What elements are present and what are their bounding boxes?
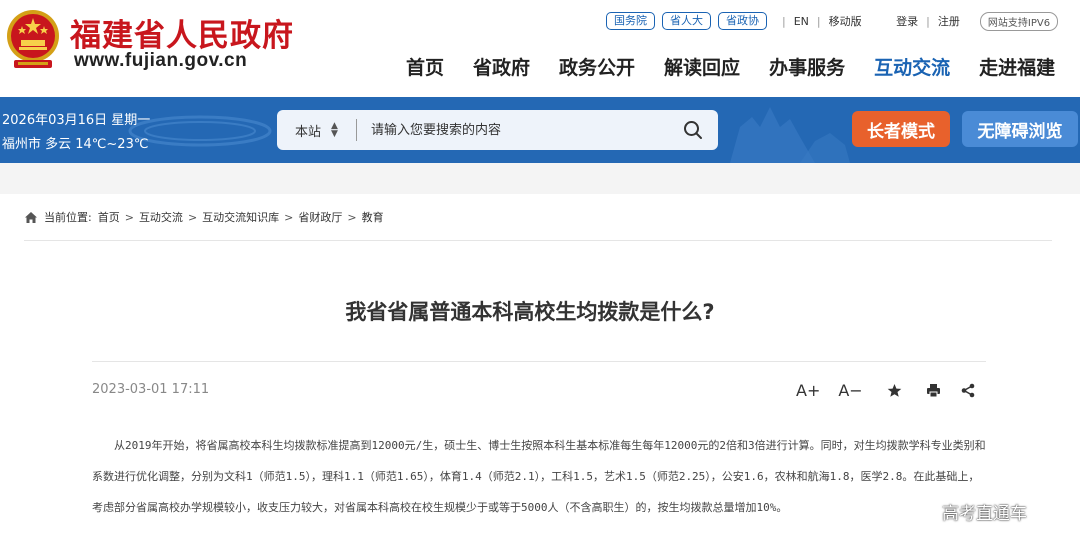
link-provincial-cppcc[interactable]: 省政协 xyxy=(718,12,767,30)
breadcrumb-interaction[interactable]: 互动交流 xyxy=(139,209,183,225)
divider: | xyxy=(926,14,930,28)
breadcrumb-separator: > xyxy=(187,210,198,224)
breadcrumb-separator: > xyxy=(124,210,134,224)
current-date: 2026年03月16日 星期一 xyxy=(2,113,151,128)
favorite-button[interactable] xyxy=(887,378,902,402)
nav-services[interactable]: 办事服务 xyxy=(769,53,845,80)
link-mobile[interactable]: 移动版 xyxy=(829,13,862,29)
breadcrumb: 当前位置: 首页 > 互动交流 > 互动交流知识库 > 省财政厅 > 教育 xyxy=(24,209,384,225)
search-button[interactable] xyxy=(668,110,718,150)
breadcrumb-label: 当前位置: xyxy=(44,211,92,224)
breadcrumb-finance-dept[interactable]: 省财政厅 xyxy=(298,209,342,225)
star-icon xyxy=(887,383,902,397)
nav-government[interactable]: 省政府 xyxy=(473,53,530,80)
breadcrumb-separator: > xyxy=(347,210,357,224)
article-tools: A+ A− xyxy=(796,378,975,402)
search-icon xyxy=(684,121,702,139)
breadcrumb-education[interactable]: 教育 xyxy=(362,209,384,225)
search-input[interactable] xyxy=(357,110,668,150)
title-divider xyxy=(92,361,986,362)
accessibility-button[interactable]: 无障碍浏览 xyxy=(962,111,1078,147)
print-icon xyxy=(926,383,940,397)
print-button[interactable] xyxy=(926,378,941,402)
nav-about-fujian[interactable]: 走进福建 xyxy=(979,53,1055,80)
font-decrease-button[interactable]: A− xyxy=(838,378,862,402)
breadcrumb-separator: > xyxy=(284,210,294,224)
search-scope-select[interactable]: 本站 ▲ ▼ xyxy=(277,119,357,141)
main-nav: 首页 省政府 政务公开 解读回应 办事服务 互动交流 走进福建 xyxy=(406,53,1055,80)
nav-public-affairs[interactable]: 政务公开 xyxy=(559,53,635,80)
font-increase-button[interactable]: A+ xyxy=(796,378,820,402)
article-paragraph: 从2019年开始，将省属高校本科生均拨款标准提高到12000元/生，硕士生、博士… xyxy=(92,439,986,514)
site-header: 福建省人民政府 www.fujian.gov.cn 国务院 省人大 省政协 | … xyxy=(0,0,1080,97)
national-emblem-icon[interactable] xyxy=(4,8,62,72)
share-icon xyxy=(961,383,975,397)
ipv6-badge: 网站支持IPV6 xyxy=(979,11,1059,31)
weather-info: 福州市 多云 14℃~23℃ xyxy=(2,137,149,152)
link-login[interactable]: 登录 xyxy=(896,13,918,29)
divider: | xyxy=(816,14,821,28)
breadcrumb-divider xyxy=(24,240,1052,241)
link-register[interactable]: 注册 xyxy=(938,13,960,29)
watermark: 高考直通车 xyxy=(942,504,1027,524)
link-state-council[interactable]: 国务院 xyxy=(606,12,655,30)
nav-interaction[interactable]: 互动交流 xyxy=(874,53,950,80)
nav-home[interactable]: 首页 xyxy=(406,53,444,80)
article-title: 我省省属普通本科高校生均拨款是什么? xyxy=(345,300,715,324)
breadcrumb-home[interactable]: 首页 xyxy=(98,209,120,225)
elder-mode-button[interactable]: 长者模式 xyxy=(852,111,950,147)
share-button[interactable] xyxy=(961,378,975,402)
spacer: ||||| xyxy=(870,15,889,28)
search-scope-label: 本站 xyxy=(295,124,322,140)
breadcrumb-knowledge-base[interactable]: 互动交流知识库 xyxy=(202,209,279,225)
publish-time: 2023-03-01 17:11 xyxy=(92,382,210,397)
sort-arrows-icon: ▲ ▼ xyxy=(331,121,338,139)
home-icon xyxy=(25,211,37,223)
site-url: www.fujian.gov.cn xyxy=(74,50,248,71)
search-box: 本站 ▲ ▼ xyxy=(277,110,718,150)
search-banner: 2026年03月16日 星期一 福州市 多云 14℃~23℃ 本站 ▲▼ 长者模… xyxy=(0,97,1080,163)
link-english[interactable]: EN xyxy=(794,15,809,28)
divider: | xyxy=(782,14,786,28)
site-title[interactable]: 福建省人民政府 xyxy=(70,10,294,55)
top-links: 国务院 省人大 省政协 | EN | 移动版 ||||| 登录 | 注册 网站支… xyxy=(606,11,1059,31)
link-provincial-congress[interactable]: 省人大 xyxy=(662,12,711,30)
article-body: 从2019年开始，将省属高校本科生均拨款标准提高到12000元/生，硕士生、博士… xyxy=(92,430,986,523)
nav-interpretation[interactable]: 解读回应 xyxy=(664,53,740,80)
